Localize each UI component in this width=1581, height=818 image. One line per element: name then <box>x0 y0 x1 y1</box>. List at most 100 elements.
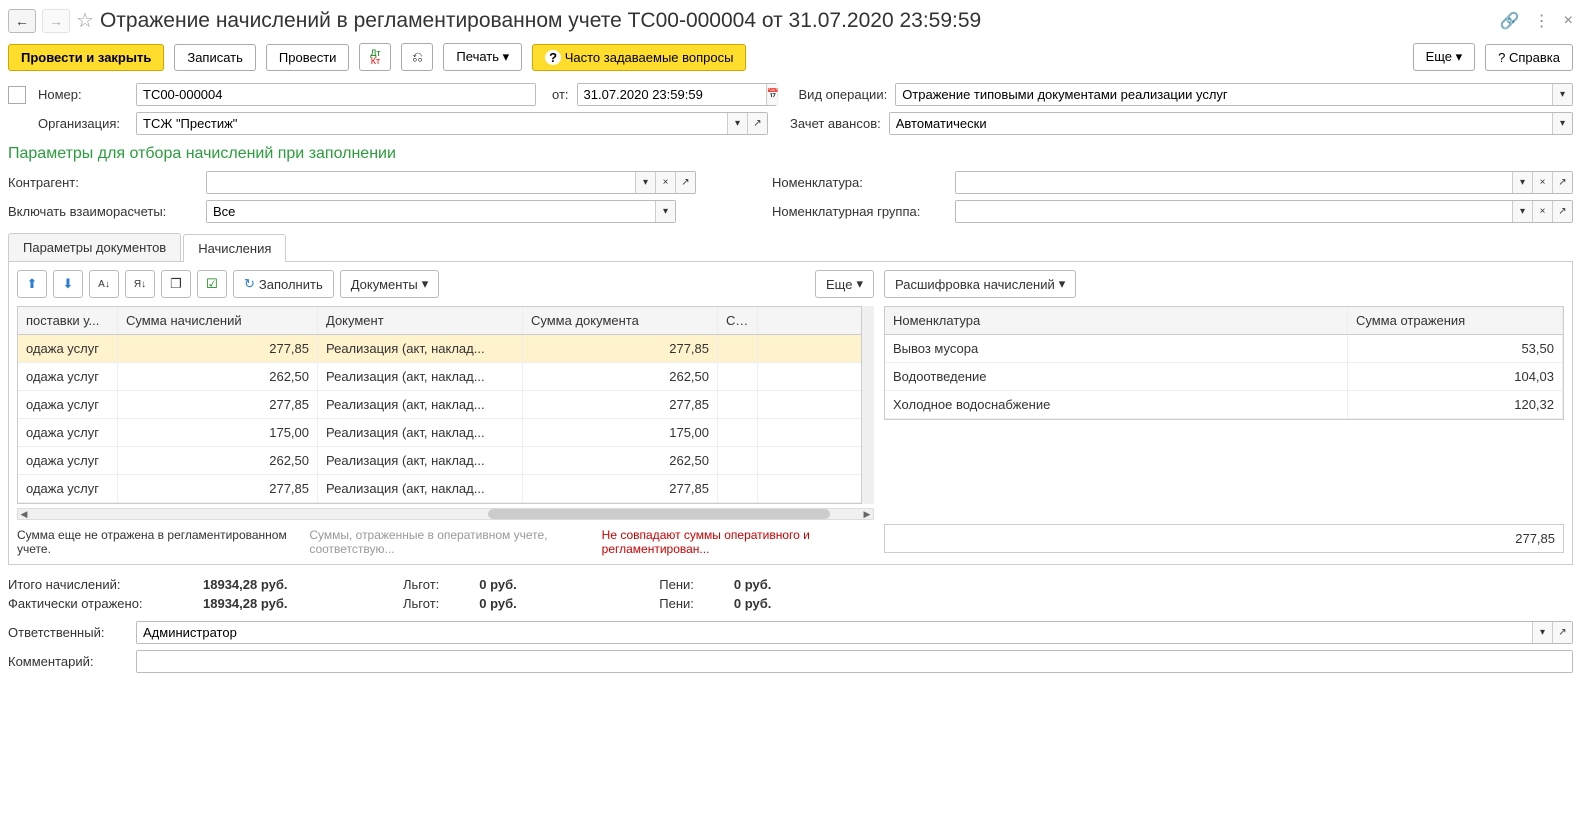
comment-field[interactable] <box>136 650 1573 673</box>
print-button[interactable]: Печать ▾ <box>443 43 522 71</box>
col-header-nom[interactable]: Номенклатура <box>885 307 1348 334</box>
org-label: Организация: <box>38 116 128 131</box>
faq-button[interactable]: ? Часто задаваемые вопросы <box>532 44 746 71</box>
nav-back-button[interactable]: ← <box>8 9 36 33</box>
document-icon <box>8 86 26 104</box>
peni2-value: 0 руб. <box>734 596 894 611</box>
open-icon[interactable]: ↗ <box>1552 622 1572 643</box>
table-row[interactable]: Вывоз мусора53,50 <box>885 335 1563 363</box>
lgot2-label: Льгот: <box>403 596 439 611</box>
fact-label: Фактически отражено: <box>8 596 163 611</box>
responsible-field[interactable]: ▾↗ <box>136 621 1573 644</box>
advance-field[interactable]: ▾ <box>889 112 1573 135</box>
col-header-rsum[interactable]: Сумма отражения <box>1348 307 1563 334</box>
col-header-type[interactable]: поставки у... <box>18 307 118 334</box>
open-icon[interactable]: ↗ <box>747 113 767 134</box>
col-header-sum[interactable]: Сумма начислений <box>118 307 318 334</box>
date-label: от: <box>552 87 569 102</box>
accruals-table[interactable]: поставки у... Сумма начислений Документ … <box>17 306 862 504</box>
table-row[interactable]: Холодное водоснабжение120,32 <box>885 391 1563 419</box>
chevron-down-icon[interactable]: ▾ <box>1532 622 1552 643</box>
sort-desc-button[interactable]: Я↓ <box>125 270 155 298</box>
peni-label: Пени: <box>659 577 694 592</box>
legend-mismatched: Не совпадают суммы оперативного и реглам… <box>602 528 874 556</box>
post-and-close-button[interactable]: Провести и закрыть <box>8 44 164 71</box>
decode-button[interactable]: Расшифровка начислений ▾ <box>884 270 1076 298</box>
table-row[interactable]: одажа услуг277,85Реализация (акт, наклад… <box>18 391 861 419</box>
contragent-field[interactable]: ▾×↗ <box>206 171 696 194</box>
table-row[interactable]: одажа услуг262,50Реализация (акт, наклад… <box>18 447 861 475</box>
org-field[interactable]: ▾↗ <box>136 112 768 135</box>
chevron-down-icon[interactable]: ▾ <box>1512 201 1532 222</box>
more-button[interactable]: Еще ▾ <box>1413 43 1476 71</box>
legend-matched: Суммы, отраженные в оперативном учете, с… <box>309 528 581 556</box>
clear-icon[interactable]: × <box>1532 201 1552 222</box>
legend-unreflected: Сумма еще не отражена в регламентированн… <box>17 528 289 556</box>
col-header-acc[interactable]: Сче <box>718 307 758 334</box>
chevron-down-icon[interactable]: ▾ <box>1552 84 1572 105</box>
operation-field[interactable]: ▾ <box>895 83 1573 106</box>
nomgroup-label: Номенклатурная группа: <box>772 204 947 219</box>
settlements-field[interactable]: ▾ <box>206 200 676 223</box>
contragent-label: Контрагент: <box>8 175 198 190</box>
advance-label: Зачет авансов: <box>790 116 881 131</box>
chevron-down-icon[interactable]: ▾ <box>655 201 675 222</box>
chevron-down-icon[interactable]: ▾ <box>727 113 747 134</box>
col-header-docsum[interactable]: Сумма документа <box>523 307 718 334</box>
close-icon[interactable]: × <box>1564 12 1573 30</box>
tab-params[interactable]: Параметры документов <box>8 233 181 261</box>
lgot2-value: 0 руб. <box>479 596 619 611</box>
open-icon[interactable]: ↗ <box>1552 172 1572 193</box>
panel-more-button[interactable]: Еще ▾ <box>815 270 874 298</box>
clear-icon[interactable]: × <box>1532 172 1552 193</box>
save-button[interactable]: Записать <box>174 44 256 71</box>
favorite-star-icon[interactable]: ☆ <box>76 8 94 33</box>
number-field[interactable] <box>136 83 536 106</box>
total-accruals-label: Итого начислений: <box>8 577 163 592</box>
open-icon[interactable]: ↗ <box>675 172 695 193</box>
nomenclature-field[interactable]: ▾×↗ <box>955 171 1573 194</box>
chevron-down-icon[interactable]: ▾ <box>635 172 655 193</box>
operation-label: Вид операции: <box>799 87 888 102</box>
page-title: Отражение начислений в регламентированно… <box>100 9 1494 33</box>
fact-value: 18934,28 руб. <box>203 596 363 611</box>
number-label: Номер: <box>38 87 128 102</box>
table-row[interactable]: одажа услуг277,85Реализация (акт, наклад… <box>18 335 861 363</box>
link-icon[interactable]: 🔗 <box>1500 11 1520 31</box>
table-row[interactable]: одажа услуг262,50Реализация (акт, наклад… <box>18 363 861 391</box>
lgot-label: Льгот: <box>403 577 439 592</box>
nav-forward-button[interactable]: → <box>42 9 70 33</box>
table-row[interactable]: Водоотведение104,03 <box>885 363 1563 391</box>
move-up-button[interactable]: ⬆ <box>17 270 47 298</box>
copy-button[interactable]: ❐ <box>161 270 191 298</box>
vertical-scrollbar[interactable] <box>862 306 874 504</box>
kebab-menu-icon[interactable]: ⋮ <box>1534 11 1550 31</box>
chevron-down-icon[interactable]: ▾ <box>1552 113 1572 134</box>
table-row[interactable]: одажа услуг277,85Реализация (акт, наклад… <box>18 475 861 503</box>
decode-table[interactable]: Номенклатура Сумма отражения Вывоз мусор… <box>884 306 1564 420</box>
calendar-icon[interactable]: 📅 <box>766 84 779 105</box>
tab-accruals[interactable]: Начисления <box>183 234 286 262</box>
open-icon[interactable]: ↗ <box>1552 201 1572 222</box>
documents-button[interactable]: Документы ▾ <box>340 270 440 298</box>
filter-section-title: Параметры для отбора начислений при запо… <box>8 145 1573 163</box>
col-header-doc[interactable]: Документ <box>318 307 523 334</box>
horizontal-scrollbar[interactable]: ◀ ▶ <box>17 508 874 520</box>
structure-button[interactable]: ⎌ <box>401 43 433 71</box>
settlements-label: Включать взаиморасчеты: <box>8 204 198 219</box>
fill-button[interactable]: ↻ Заполнить <box>233 270 334 298</box>
table-row[interactable]: одажа услуг175,00Реализация (акт, наклад… <box>18 419 861 447</box>
sort-asc-button[interactable]: А↓ <box>89 270 119 298</box>
clear-icon[interactable]: × <box>655 172 675 193</box>
responsible-label: Ответственный: <box>8 625 128 640</box>
date-field[interactable]: 📅 <box>577 83 777 106</box>
post-button[interactable]: Провести <box>266 44 350 71</box>
move-down-button[interactable]: ⬇ <box>53 270 83 298</box>
lgot-value: 0 руб. <box>479 577 619 592</box>
nomgroup-field[interactable]: ▾×↗ <box>955 200 1573 223</box>
help-button[interactable]: ? Справка <box>1485 44 1573 71</box>
check-button[interactable]: ☑ <box>197 270 227 298</box>
dtkt-button[interactable]: ДтКт <box>359 43 391 71</box>
peni-value: 0 руб. <box>734 577 894 592</box>
chevron-down-icon[interactable]: ▾ <box>1512 172 1532 193</box>
